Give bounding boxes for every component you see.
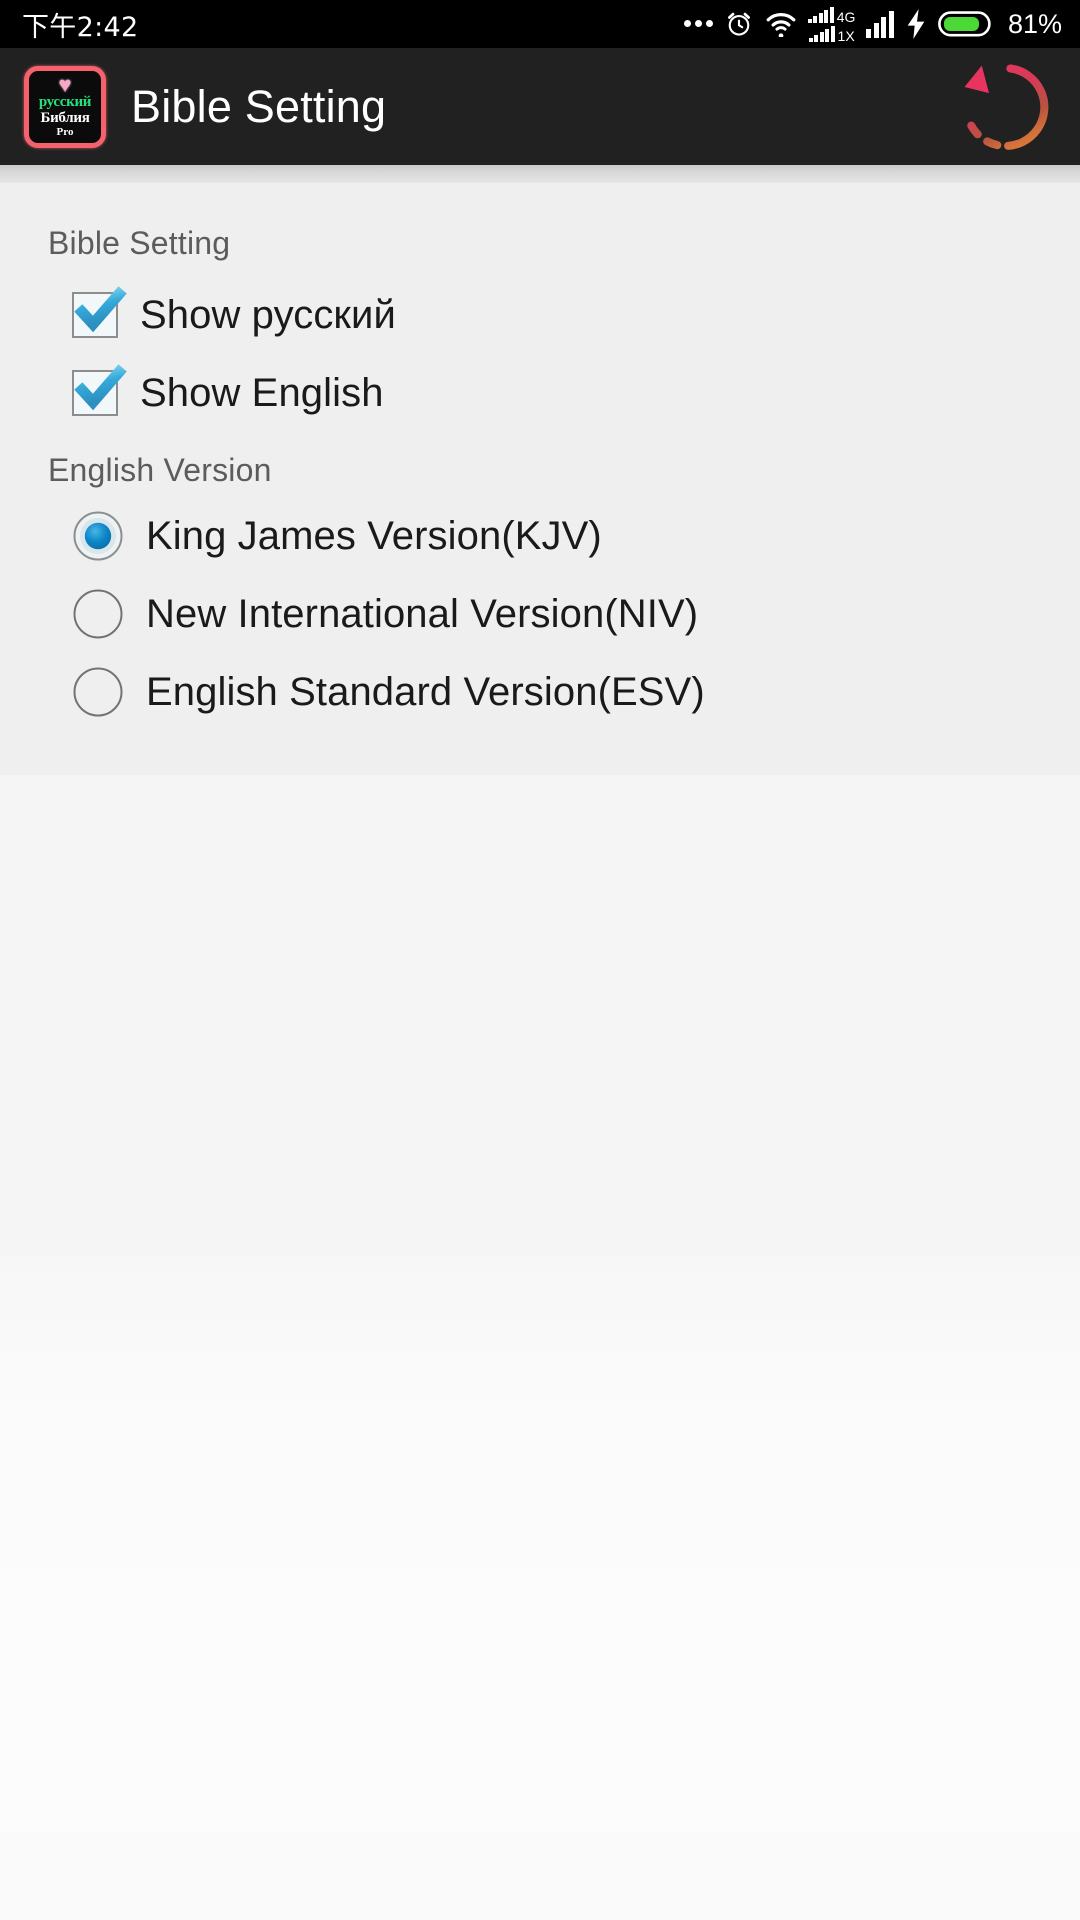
radio-esv[interactable] bbox=[72, 666, 124, 718]
radio-niv[interactable] bbox=[72, 588, 124, 640]
check-icon bbox=[74, 364, 127, 411]
radio-selected-icon bbox=[73, 511, 123, 561]
radio-row-niv[interactable]: New International Version(NIV) bbox=[0, 575, 1080, 653]
app-icon-line-bible: Библия bbox=[40, 109, 90, 126]
app-icon[interactable]: ♥ русский Библия Pro bbox=[24, 65, 106, 148]
network-label-secondary: 1X bbox=[837, 27, 855, 44]
action-bar-shadow bbox=[0, 165, 1080, 183]
alarm-clock-icon bbox=[724, 9, 754, 39]
radio-unselected-icon bbox=[73, 667, 123, 717]
radio-row-esv[interactable]: English Standard Version(ESV) bbox=[0, 653, 1080, 731]
wifi-icon bbox=[765, 11, 797, 37]
refresh-button[interactable] bbox=[950, 52, 1060, 162]
checkbox-show-english[interactable] bbox=[72, 364, 127, 416]
checkbox-label-show-russian: Show русский bbox=[140, 292, 396, 337]
action-bar: ♥ русский Библия Pro Bible Setting bbox=[0, 48, 1080, 165]
radio-row-kjv[interactable]: King James Version(KJV) bbox=[0, 497, 1080, 575]
dual-signal-icon: 4G 1X bbox=[807, 6, 856, 44]
settings-panel: Bible Setting Show русский Show English … bbox=[0, 183, 1080, 775]
checkbox-row-show-russian[interactable]: Show русский bbox=[0, 276, 1080, 354]
checkbox-show-russian[interactable] bbox=[72, 286, 127, 338]
radio-unselected-icon bbox=[73, 589, 123, 639]
radio-kjv[interactable] bbox=[72, 510, 124, 562]
checkbox-row-show-english[interactable]: Show English bbox=[0, 354, 1080, 432]
radio-label-kjv: King James Version(KJV) bbox=[146, 513, 602, 558]
empty-content-area-lower bbox=[0, 1255, 1080, 1833]
empty-content-area-upper bbox=[0, 775, 1080, 1255]
signal-icon bbox=[866, 10, 894, 38]
network-label-primary: 4G bbox=[836, 8, 856, 25]
status-bar-clock: 下午2:42 bbox=[22, 11, 139, 43]
battery-icon bbox=[938, 10, 994, 38]
heart-icon: ♥ bbox=[58, 71, 72, 97]
more-dots-icon bbox=[683, 19, 713, 29]
refresh-icon bbox=[964, 63, 1049, 150]
status-bar-icons: 4G 1X 81% bbox=[683, 6, 1062, 44]
battery-percentage: 81% bbox=[1007, 8, 1062, 39]
checkbox-label-show-english: Show English bbox=[140, 370, 384, 415]
status-bar: 下午2:42 4G 1X 81% bbox=[0, 0, 1080, 48]
section-header-english-version: English Version bbox=[48, 452, 272, 488]
radio-label-niv: New International Version(NIV) bbox=[146, 591, 699, 636]
page-title: Bible Setting bbox=[131, 80, 387, 132]
app-icon-line-pro: Pro bbox=[56, 125, 74, 138]
app-icon-line-russian: русский bbox=[38, 93, 92, 110]
check-icon bbox=[74, 286, 127, 333]
charging-bolt-icon bbox=[905, 9, 927, 39]
section-header-bible-setting: Bible Setting bbox=[48, 225, 231, 261]
radio-label-esv: English Standard Version(ESV) bbox=[146, 669, 705, 714]
